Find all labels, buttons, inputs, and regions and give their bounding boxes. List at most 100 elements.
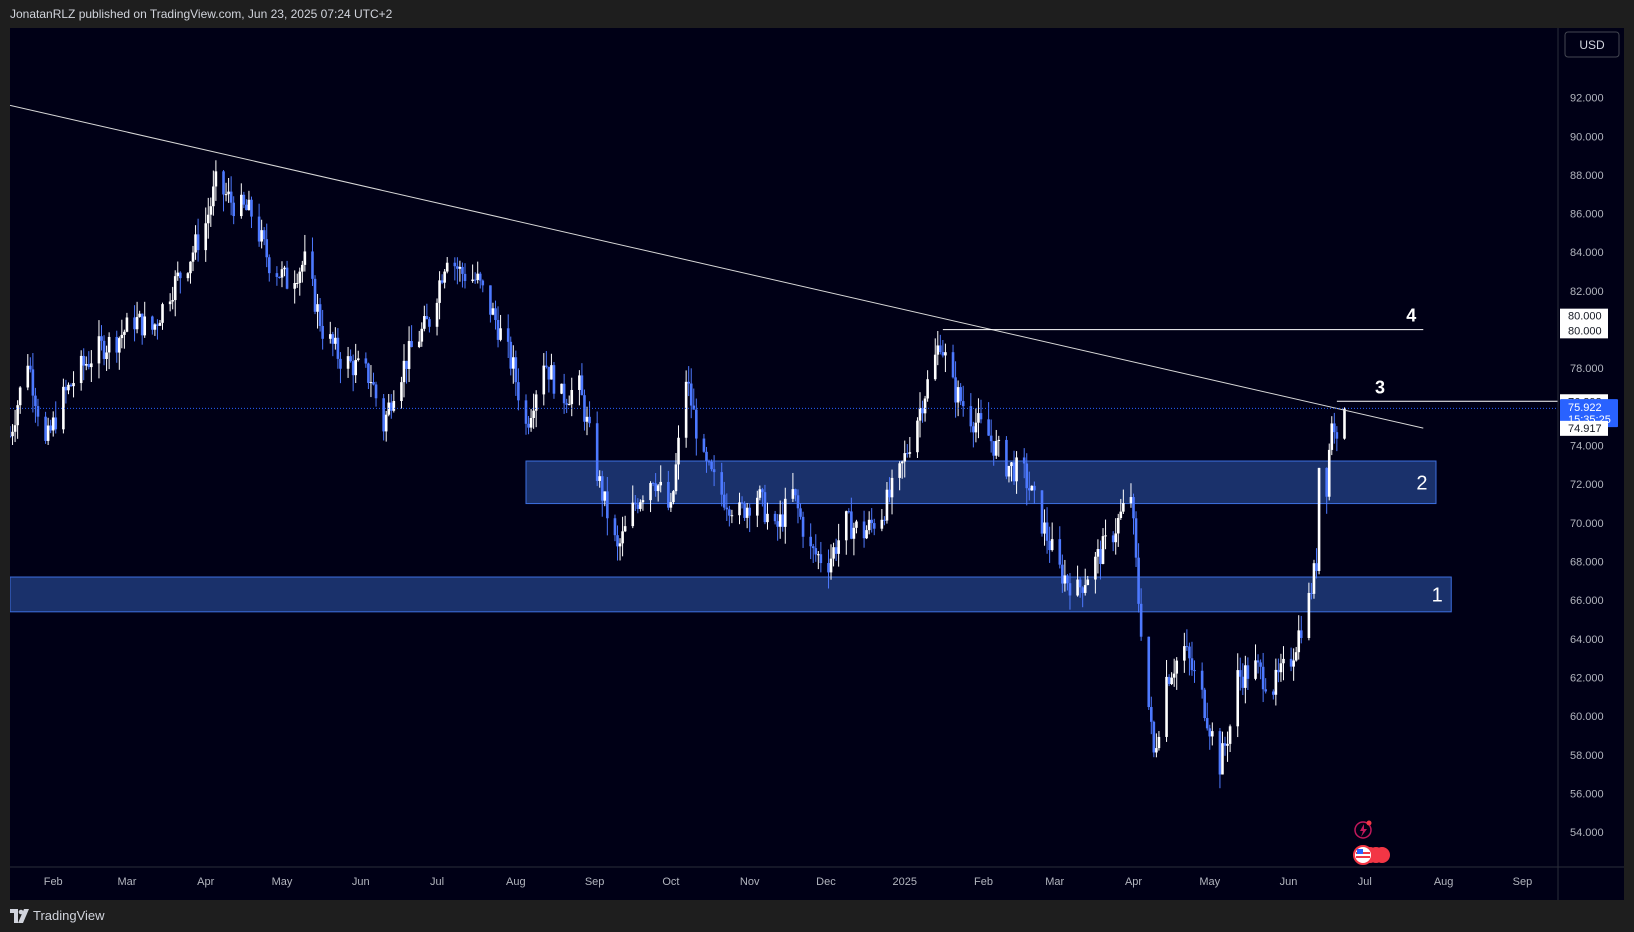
candle-body: [1010, 462, 1013, 467]
candle-body: [1200, 670, 1204, 690]
candle-body: [461, 266, 464, 274]
candle-body: [339, 358, 342, 369]
time-tick-label: Nov: [740, 876, 760, 888]
candle-body: [428, 319, 431, 327]
candle-body: [351, 361, 355, 376]
candle-body: [473, 279, 477, 281]
candle-body: [745, 507, 749, 518]
candle-body: [829, 558, 833, 573]
candle-body: [651, 483, 655, 485]
candle-body: [776, 521, 779, 527]
candle-body: [1175, 660, 1179, 674]
candle-body: [1132, 497, 1135, 519]
candle-body: [173, 276, 177, 301]
candle-body: [817, 554, 820, 556]
candle-body: [514, 357, 518, 383]
candle-body: [453, 262, 457, 267]
candle-body: [156, 324, 159, 326]
candle-body: [722, 494, 726, 508]
price-tick-label: 60.000: [1570, 711, 1604, 723]
candle-body: [654, 483, 657, 492]
candle-body: [158, 322, 162, 326]
candle-body: [1172, 673, 1176, 678]
candle-body: [639, 502, 642, 509]
candle-body: [407, 341, 411, 369]
candle-body: [285, 267, 289, 289]
currency-button[interactable]: USD: [1564, 31, 1620, 58]
candle-body: [728, 509, 731, 516]
candle-body: [844, 511, 848, 541]
candle-body: [1294, 652, 1298, 661]
candle-body: [974, 422, 978, 433]
candle-body: [811, 546, 815, 549]
candle-body: [372, 382, 375, 385]
candle-body: [674, 464, 678, 492]
candle-body: [565, 403, 568, 405]
candle-body: [659, 481, 663, 486]
candle-body: [262, 230, 266, 240]
candle-body: [191, 252, 195, 262]
candle-body: [229, 191, 233, 203]
price-tick-label: 54.000: [1570, 827, 1604, 839]
price-tick-label: 68.000: [1570, 557, 1604, 569]
candle-body: [384, 414, 388, 432]
time-tick-label: Jul: [1358, 876, 1372, 888]
candle-body: [969, 406, 973, 427]
candle-body: [506, 328, 510, 342]
candle-body: [1012, 462, 1016, 482]
candle-body: [623, 526, 627, 532]
candle-body: [1330, 423, 1334, 450]
candle-body: [204, 223, 208, 251]
price-tick-label: 70.000: [1570, 518, 1604, 530]
price-tick-label: 58.000: [1570, 750, 1604, 762]
price-tag-value: 80.000: [1568, 325, 1602, 337]
candle-body: [994, 441, 998, 456]
candle-body: [245, 204, 248, 211]
candle-body: [613, 518, 617, 536]
candle-body: [1048, 540, 1051, 551]
candle-body: [328, 334, 332, 339]
candle-body: [489, 285, 492, 315]
candle-body: [209, 206, 213, 215]
chart-area[interactable]: 2 1 4 3 92.000 90.000 88.000 86.000 84.000 82.0…: [8, 28, 1624, 900]
candle-body: [1058, 539, 1062, 565]
candle-body: [1297, 630, 1301, 653]
time-tick-label: Feb: [974, 876, 993, 888]
candle-body: [8, 435, 12, 437]
candle-body: [171, 300, 174, 302]
candle-body: [705, 451, 708, 462]
price-tick-label: 64.000: [1570, 634, 1604, 646]
candle-body: [1094, 556, 1097, 580]
candle-body: [1119, 511, 1123, 519]
candle-body: [1122, 503, 1125, 512]
candle-body: [321, 325, 324, 339]
candle-body: [1277, 669, 1280, 673]
candle-body: [1081, 587, 1084, 593]
candle-body: [405, 360, 408, 369]
candle-body: [247, 199, 251, 211]
candle-body: [956, 387, 960, 403]
candle-body: [100, 336, 103, 341]
candle-body: [1167, 676, 1171, 685]
candle-body: [260, 230, 263, 242]
candle-body: [1033, 485, 1036, 491]
candle-body: [72, 383, 75, 387]
candle-body: [283, 267, 286, 270]
price-tick-label: 92.000: [1570, 93, 1604, 105]
tradingview-logo-icon: [10, 909, 29, 923]
candle-body: [1150, 707, 1153, 722]
candle-body: [1307, 592, 1311, 638]
candle-body: [1241, 676, 1245, 688]
candle-body: [900, 461, 904, 464]
candle-body: [667, 481, 670, 508]
candle-body: [369, 382, 373, 384]
candle-body: [814, 548, 818, 555]
candle-body: [18, 387, 22, 406]
candle-body: [1246, 665, 1250, 679]
candle-body: [417, 341, 421, 348]
economic-events-icon[interactable]: [1353, 845, 1390, 865]
candle-body: [90, 363, 93, 368]
candle-body: [425, 316, 429, 320]
candle-body: [1099, 549, 1102, 564]
price-chart[interactable]: 2 1 4 3 92.000 90.000 88.000 86.000 84.000 82.0…: [8, 28, 1624, 900]
